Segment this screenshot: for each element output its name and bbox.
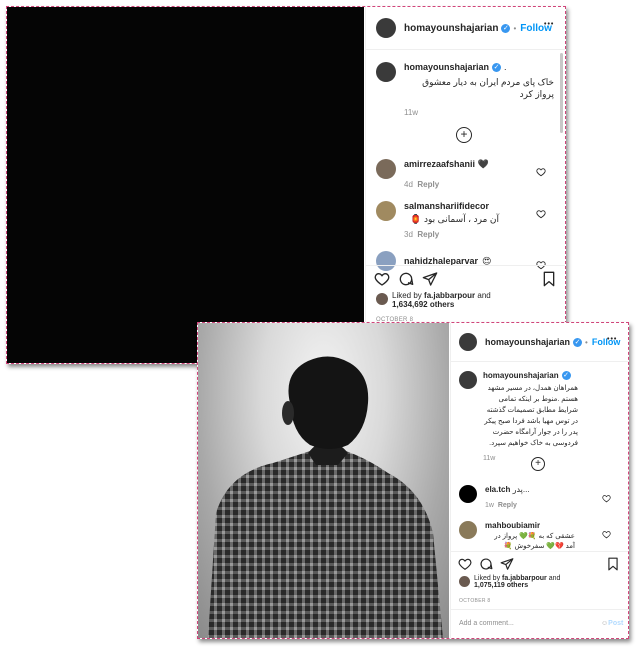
comment-age: 4d — [404, 180, 413, 189]
post-window-1: homayounshajarian ✓ • Follow ••• homayou… — [6, 6, 566, 364]
reply-button[interactable]: Reply — [498, 502, 517, 509]
comment-username[interactable]: amirrezaafshanii — [404, 159, 475, 169]
post-header: homayounshajarian ✓ • Follow — [459, 331, 620, 353]
comment-row: amirrezaafshanii 🖤 4d Reply — [376, 159, 489, 189]
comment-like-icon[interactable] — [602, 526, 611, 539]
comment-like-icon[interactable] — [536, 164, 546, 177]
comment-age: 1w — [485, 502, 494, 509]
comment-like-icon[interactable] — [602, 490, 611, 503]
verified-icon: ✓ — [501, 23, 511, 33]
comment-text: 🖤 — [477, 159, 489, 169]
avatar[interactable] — [376, 18, 396, 38]
add-comment-input[interactable]: Add a comment... — [459, 620, 514, 627]
comment-avatar[interactable] — [459, 521, 477, 539]
caption-username[interactable]: homayounshajarian — [483, 371, 559, 380]
caption-avatar[interactable] — [376, 62, 396, 82]
liked-by-and: and — [548, 575, 561, 582]
post-header: homayounshajarian ✓ • Follow — [376, 17, 552, 39]
likes-count[interactable]: 1,075,119 others — [474, 582, 528, 589]
header-username[interactable]: homayounshajarian — [404, 23, 498, 34]
caption-dot: . — [504, 62, 507, 72]
reply-button[interactable]: Reply — [417, 180, 439, 189]
comment-avatar[interactable] — [376, 201, 396, 221]
comment-bubble-icon[interactable] — [479, 557, 493, 571]
caption-avatar[interactable] — [459, 371, 477, 389]
man-from-behind-photo — [208, 356, 443, 638]
comment-like-icon[interactable] — [536, 206, 546, 219]
header-username[interactable]: homayounshajarian — [485, 337, 570, 347]
divider — [451, 551, 628, 552]
post-image-portrait[interactable] — [198, 323, 449, 638]
comment-avatar[interactable] — [376, 251, 396, 271]
separator: • — [513, 23, 517, 33]
post-window-2: homayounshajarian ✓ • Follow ••• homayou… — [197, 322, 629, 639]
like-heart-icon[interactable] — [374, 271, 390, 287]
reply-button[interactable]: Reply — [417, 230, 439, 239]
liked-by-user[interactable]: fa.jabbarpour — [424, 291, 475, 300]
verified-icon: ✓ — [573, 337, 583, 347]
more-options-icon[interactable]: ••• — [607, 336, 617, 343]
likes-summary: Liked by fa.jabbarpour and 1,075,119 oth… — [459, 575, 560, 589]
post-side-panel: homayounshajarian ✓ • Follow ••• homayou… — [450, 323, 628, 638]
likes-count[interactable]: 1,634,692 others — [392, 300, 454, 309]
caption: homayounshajarian ✓ همراهان همدل، در مسی… — [459, 371, 623, 462]
divider — [451, 361, 628, 362]
liked-by-prefix: Liked by — [392, 291, 422, 300]
comment-username[interactable]: mahboubiamir — [485, 521, 620, 530]
caption-username[interactable]: homayounshajarian — [404, 62, 489, 72]
load-more-comments-icon[interactable]: + — [531, 457, 545, 471]
post-image-dark[interactable] — [7, 7, 364, 363]
comment-text: آن مرد ، آسمانی بود 🏮 — [410, 214, 499, 224]
comment-row: salmanshariifidecor آن مرد ، آسمانی بود … — [376, 201, 544, 239]
save-bookmark-icon[interactable] — [542, 271, 556, 287]
liker-avatar[interactable] — [376, 293, 388, 305]
caption-text: خاک پای مردم ایران به دیار معشوق پرواز ک… — [422, 77, 554, 99]
caption-age[interactable]: 11w — [483, 455, 623, 462]
comment-username[interactable]: salmanshariifidecor — [404, 201, 544, 211]
comment-bubble-icon[interactable] — [398, 271, 414, 287]
avatar[interactable] — [459, 333, 477, 351]
post-comment-button[interactable]: ☺Post — [601, 620, 623, 627]
separator: • — [585, 337, 588, 347]
verified-icon: ✓ — [561, 371, 571, 380]
comment-text: عشقی که به 💐💚 پرواز در آمد 💔💚 سفرخوش 💐 خ… — [494, 533, 575, 550]
divider — [451, 609, 628, 610]
comment-age: 3d — [404, 230, 413, 239]
comment-row: mahboubiamir عشقی که به 💐💚 پرواز در آمد … — [459, 521, 620, 552]
caption: homayounshajarian ✓ . خاک پای مردم ایران… — [376, 62, 554, 117]
comment-row: nahidzhaleparvar 😍 — [376, 251, 491, 271]
caption-text: همراهان همدل، در مسیر مشهد هستم .منوط بر… — [484, 385, 578, 447]
liked-by-prefix: Liked by — [474, 575, 501, 582]
share-direct-icon[interactable] — [500, 557, 514, 571]
like-heart-icon[interactable] — [458, 557, 472, 571]
verified-icon: ✓ — [492, 62, 502, 72]
save-bookmark-icon[interactable] — [607, 557, 619, 571]
comment-row: ela.tch پدر... 1w Reply — [459, 485, 530, 509]
comments-scrollbar[interactable] — [560, 53, 563, 133]
comment-text: پدر... — [512, 485, 530, 494]
post-button-label: Post — [608, 620, 624, 627]
comment-avatar[interactable] — [459, 485, 477, 503]
load-more-comments-icon[interactable]: + — [456, 127, 472, 143]
comment-username[interactable]: ela.tch — [485, 485, 510, 494]
caption-age[interactable]: 11w — [404, 108, 554, 117]
post-date[interactable]: OCTOBER 8 — [459, 598, 491, 604]
liker-avatar[interactable] — [459, 576, 470, 587]
divider — [366, 49, 565, 50]
post-side-panel: homayounshajarian ✓ • Follow ••• homayou… — [365, 7, 565, 363]
liked-by-and: and — [477, 291, 491, 300]
more-options-icon[interactable]: ••• — [544, 21, 554, 28]
comment-avatar[interactable] — [376, 159, 396, 179]
liked-by-user[interactable]: fa.jabbarpour — [502, 575, 547, 582]
divider — [366, 265, 565, 266]
share-direct-icon[interactable] — [422, 271, 438, 287]
likes-summary: Liked by fa.jabbarpour and 1,634,692 oth… — [376, 291, 491, 309]
